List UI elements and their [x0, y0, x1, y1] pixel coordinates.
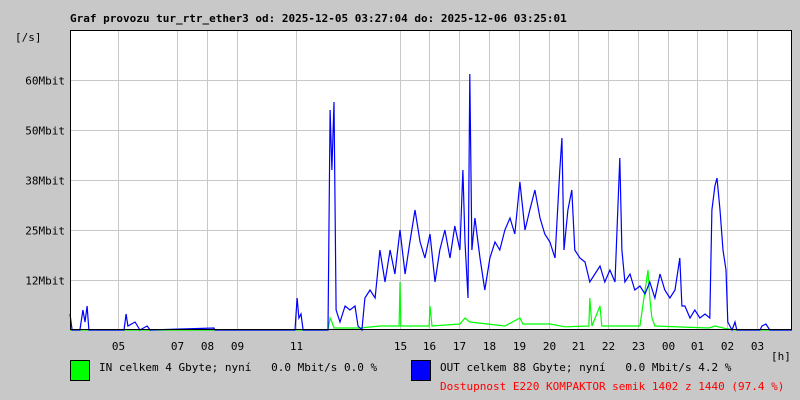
x-tick-label: 05 — [112, 340, 125, 353]
y-tick-label: 12Mbit — [25, 275, 65, 288]
traffic-graph: Graf provozu tur_rtr_ether3 od: 2025-12-… — [0, 0, 800, 400]
legend-out-swatch — [411, 360, 431, 381]
legend-out-text: OUT celkem 88 Gbyte; nyní 0.0 Mbit/s 4.2… — [440, 361, 732, 374]
availability-text: Dostupnost E220 KOMPAKTOR semik 1402 z 1… — [440, 380, 785, 393]
x-tick-label: 22 — [602, 340, 615, 353]
y-tick-label: 60Mbit — [25, 75, 65, 88]
x-tick-label: 03 — [751, 340, 764, 353]
x-tick-label: 19 — [513, 340, 526, 353]
x-tick-label: 20 — [543, 340, 556, 353]
x-tick-label: 09 — [231, 340, 244, 353]
x-tick-label: 15 — [394, 340, 407, 353]
x-tick-label: 02 — [721, 340, 734, 353]
x-tick-label: 00 — [662, 340, 675, 353]
legend-in-text: IN celkem 4 Gbyte; nyní 0.0 Mbit/s 0.0 % — [99, 361, 378, 374]
y-tick-label: 25Mbit — [25, 225, 65, 238]
y-tick-label: 50Mbit — [25, 125, 65, 138]
x-tick-label: 17 — [453, 340, 466, 353]
x-tick-label: 16 — [423, 340, 436, 353]
y-tick-label: 38Mbit — [25, 175, 65, 188]
legend-in-swatch — [70, 360, 90, 381]
x-tick-label: 01 — [691, 340, 704, 353]
x-tick-label: 07 — [171, 340, 184, 353]
x-tick-label: 18 — [483, 340, 496, 353]
x-tick-label: 23 — [632, 340, 645, 353]
x-tick-label: 21 — [572, 340, 585, 353]
x-tick-label: 11 — [290, 340, 303, 353]
x-tick-label: 08 — [201, 340, 214, 353]
chart-plot: 05 07 08 09 11 15 16 17 18 19 20 21 22 23 00 01 02 03 12Mb… — [25, 30, 792, 353]
